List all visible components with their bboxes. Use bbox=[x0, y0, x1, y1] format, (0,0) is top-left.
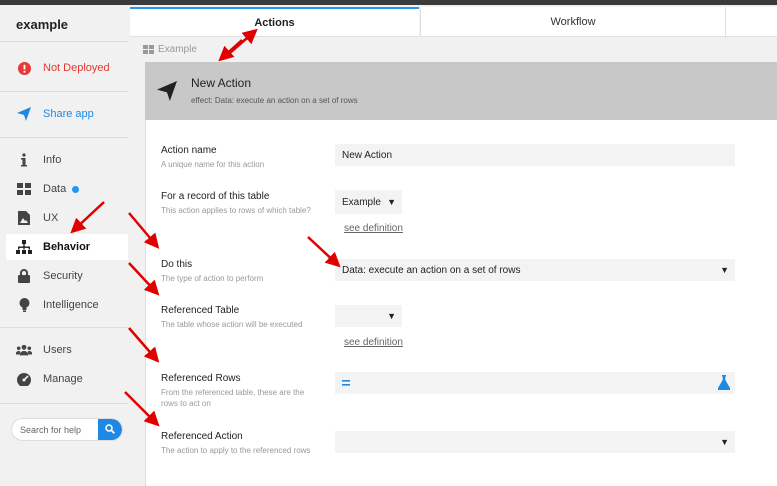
sidebar-item-label: Intelligence bbox=[43, 299, 99, 311]
search-icon bbox=[105, 421, 115, 439]
table-label: For a record of this table bbox=[161, 191, 270, 202]
action-title: New Action bbox=[191, 76, 252, 90]
ref-rows-expression-input[interactable] bbox=[335, 372, 735, 394]
sidebar-item-label: Users bbox=[43, 344, 72, 356]
alert-circle-icon bbox=[16, 60, 32, 76]
tab-label: Actions bbox=[254, 16, 295, 29]
action-name-label: Action name bbox=[161, 145, 217, 156]
data-status-dot bbox=[72, 185, 80, 193]
table-see-definition-link[interactable]: see definition bbox=[344, 223, 403, 234]
sidebar-divider bbox=[0, 137, 128, 138]
app-name: example bbox=[16, 17, 69, 32]
ref-table-select[interactable]: ▼ bbox=[335, 305, 402, 327]
equals-icon bbox=[342, 380, 350, 386]
action-name-input[interactable]: New Action bbox=[335, 144, 735, 166]
ref-rows-label: Referenced Rows bbox=[161, 373, 241, 384]
caret-down-icon: ▼ bbox=[720, 265, 729, 275]
sidebar-item-security[interactable]: Security bbox=[0, 263, 128, 289]
caret-down-icon: ▼ bbox=[720, 437, 729, 447]
grid-icon bbox=[143, 45, 154, 54]
flask-icon[interactable] bbox=[718, 375, 730, 390]
sidebar-item-label: Data bbox=[43, 183, 67, 195]
sidebar-item-info[interactable]: Info bbox=[0, 147, 128, 173]
info-icon bbox=[16, 152, 32, 168]
deploy-status[interactable]: Not Deployed bbox=[0, 55, 128, 81]
action-name-desc: A unique name for this action bbox=[161, 160, 265, 169]
ref-action-label: Referenced Action bbox=[161, 431, 243, 442]
share-app-label: Share app bbox=[43, 108, 94, 120]
table-select[interactable]: Example ▼ bbox=[335, 190, 402, 214]
ref-rows-desc: From the referenced table, these are the… bbox=[161, 388, 305, 408]
editor-tabs: Actions Workflow bbox=[128, 7, 777, 37]
tab-actions[interactable]: Actions bbox=[130, 7, 419, 37]
do-this-value: Data: execute an action on a set of rows bbox=[342, 264, 521, 276]
breadcrumb-label: Example bbox=[158, 44, 197, 55]
ref-table-see-definition-link[interactable]: see definition bbox=[344, 337, 403, 348]
table-desc: This action applies to rows of which tab… bbox=[161, 206, 311, 215]
paper-plane-icon bbox=[16, 106, 32, 122]
help-search-button[interactable] bbox=[98, 419, 122, 440]
tab-label: Workflow bbox=[550, 15, 596, 28]
grid-icon bbox=[16, 181, 32, 197]
sidebar-item-behavior[interactable]: Behavior bbox=[6, 234, 128, 260]
caret-down-icon: ▼ bbox=[387, 197, 396, 207]
sidebar-divider bbox=[0, 91, 128, 92]
sidebar-item-intelligence[interactable]: Intelligence bbox=[0, 292, 128, 318]
do-this-label: Do this bbox=[161, 259, 193, 270]
sidebar-divider bbox=[0, 403, 128, 404]
users-icon bbox=[16, 342, 32, 358]
annotation-arrow bbox=[218, 39, 243, 62]
ref-action-select[interactable]: ▼ bbox=[335, 431, 735, 453]
tab-workflow[interactable]: Workflow bbox=[420, 7, 725, 37]
sidebar-item-label: Manage bbox=[43, 373, 83, 385]
lock-icon bbox=[16, 268, 32, 284]
sidebar-item-label: Info bbox=[43, 154, 62, 166]
help-search bbox=[11, 418, 123, 441]
gauge-icon bbox=[16, 371, 32, 387]
table-select-value: Example bbox=[342, 196, 381, 208]
sidebar-divider bbox=[0, 41, 128, 42]
deploy-status-label: Not Deployed bbox=[43, 62, 110, 74]
sidebar-item-users[interactable]: Users bbox=[0, 337, 128, 363]
sidebar-item-manage[interactable]: Manage bbox=[0, 366, 128, 392]
action-header[interactable]: New Action effect: Data: execute an acti… bbox=[145, 62, 777, 120]
paper-plane-icon bbox=[157, 81, 177, 106]
sidebar: example Not Deployed Share app Info Data… bbox=[0, 5, 128, 486]
lightbulb-icon bbox=[16, 297, 32, 313]
sidebar-item-label: Security bbox=[43, 270, 83, 282]
do-this-select[interactable]: Data: execute an action on a set of rows… bbox=[335, 259, 735, 281]
sidebar-divider bbox=[0, 327, 128, 328]
share-app-button[interactable]: Share app bbox=[0, 101, 128, 127]
sitemap-icon bbox=[16, 239, 32, 255]
caret-down-icon: ▼ bbox=[387, 311, 396, 321]
ref-table-desc: The table whose action will be executed bbox=[161, 320, 303, 329]
sidebar-item-data[interactable]: Data bbox=[0, 176, 128, 202]
sidebar-item-label: Behavior bbox=[43, 241, 91, 253]
sidebar-item-ux[interactable]: UX bbox=[0, 205, 128, 231]
help-search-input[interactable] bbox=[12, 424, 98, 435]
ref-action-desc: The action to apply to the referenced ro… bbox=[161, 446, 311, 455]
ref-table-label: Referenced Table bbox=[161, 305, 240, 316]
breadcrumb[interactable]: Example bbox=[143, 44, 197, 55]
action-effect: effect: Data: execute an action on a set… bbox=[191, 96, 358, 105]
image-icon bbox=[16, 210, 32, 226]
sidebar-item-label: UX bbox=[43, 212, 59, 224]
do-this-desc: The type of action to perform bbox=[161, 274, 264, 283]
action-name-value: New Action bbox=[342, 149, 393, 161]
tab-overflow[interactable] bbox=[725, 7, 777, 37]
